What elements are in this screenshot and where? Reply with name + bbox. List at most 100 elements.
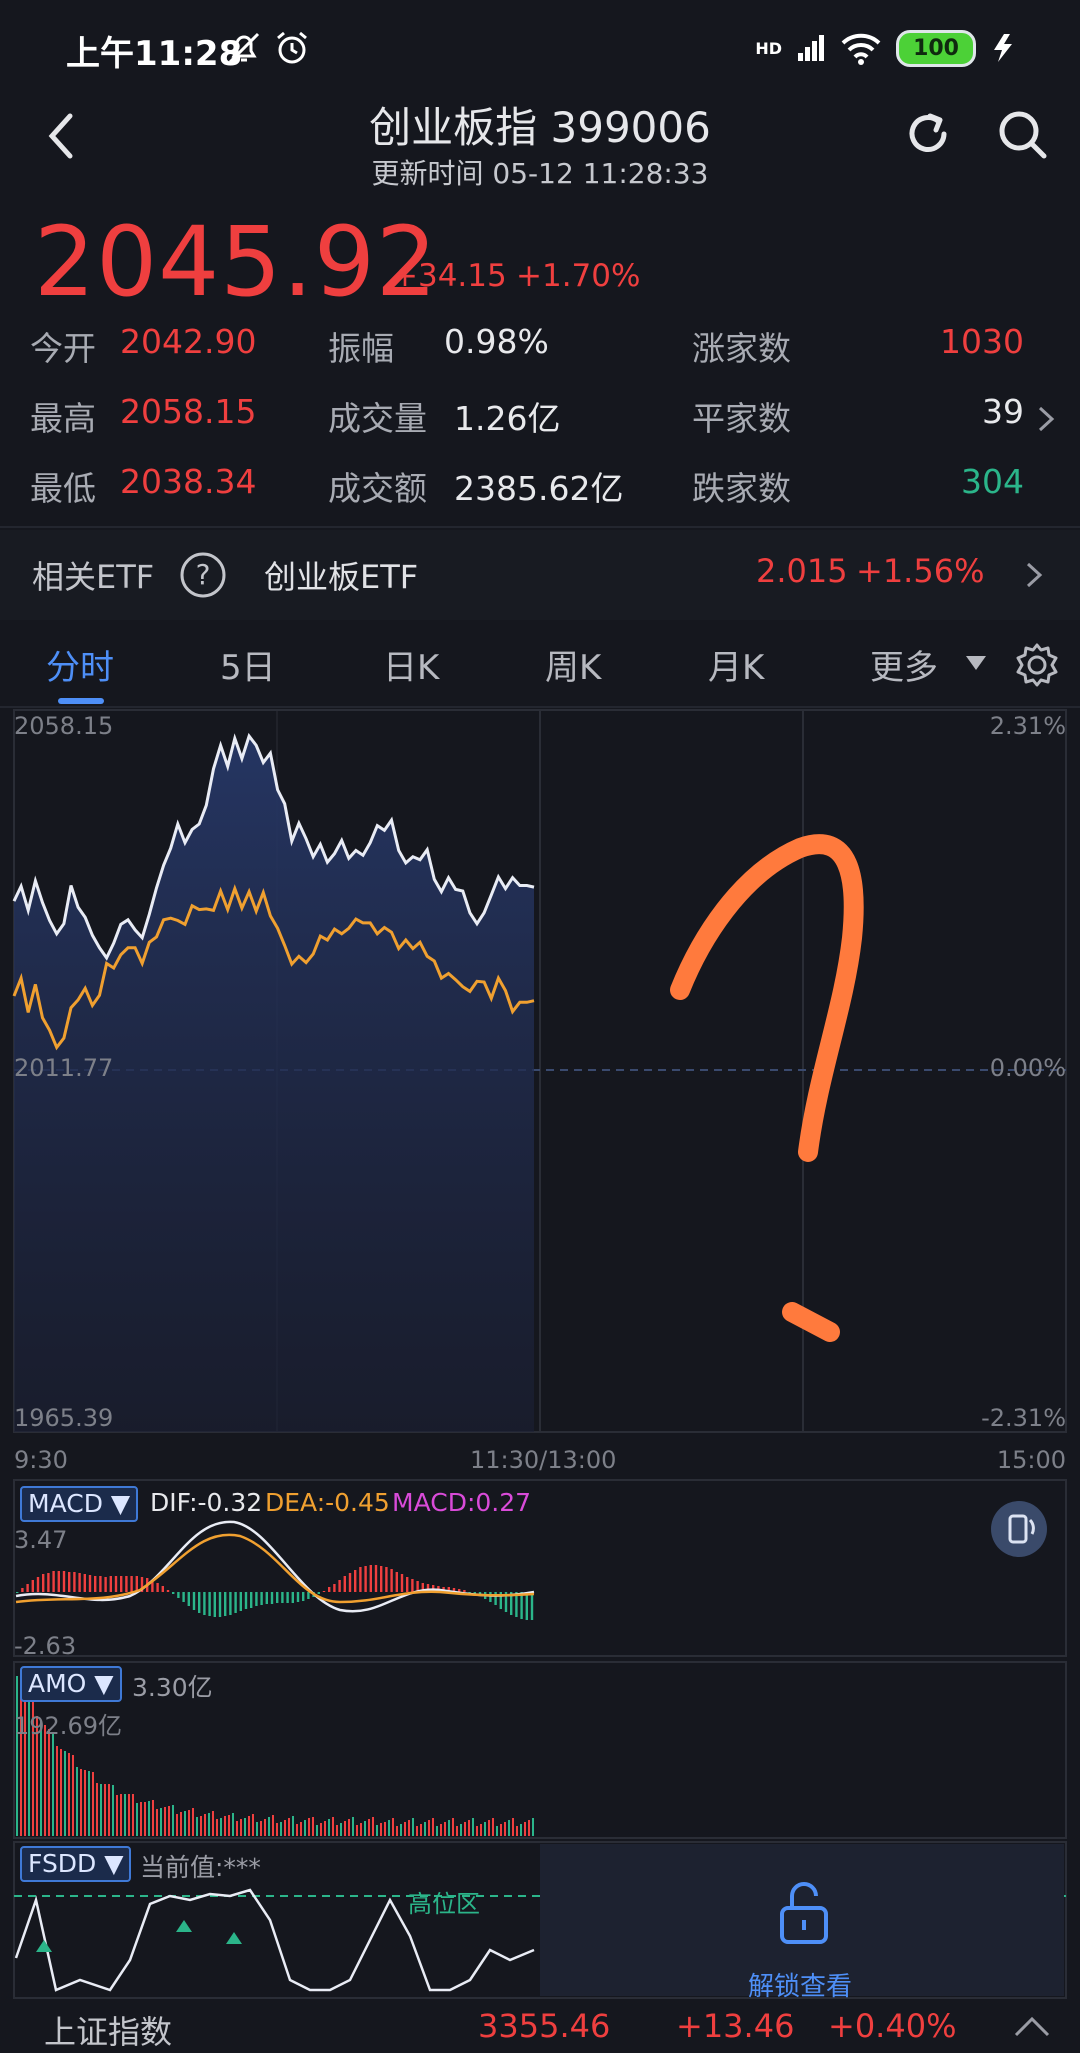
amo-volume-bar <box>284 1820 286 1836</box>
macd-indicator-dropdown[interactable]: MACD ▼ <box>20 1486 139 1522</box>
amo-volume-bar <box>368 1819 370 1836</box>
amo-volume-bar <box>204 1814 206 1836</box>
rotate-screen-icon[interactable] <box>990 1500 1048 1558</box>
amo-volume-bar <box>516 1826 518 1836</box>
amo-volume-bar <box>92 1772 94 1836</box>
tab-more[interactable]: 更多 <box>870 640 938 689</box>
amo-volume-bar <box>304 1820 306 1836</box>
dropdown-triangle-icon[interactable] <box>964 654 988 672</box>
macd-histogram-bar <box>369 1565 372 1592</box>
amo-volume-bar <box>404 1822 406 1836</box>
macd-histogram-bar <box>281 1592 284 1603</box>
tab-monthly-k[interactable]: 月K <box>708 640 764 689</box>
amo-volume-bar <box>120 1794 122 1836</box>
macd-histogram-bar <box>400 1574 404 1592</box>
amo-volume-bar <box>216 1819 218 1836</box>
x-axis-start: 9:30 <box>14 1446 68 1474</box>
amo-volume-bar <box>72 1755 74 1836</box>
amo-volume-bar <box>420 1824 422 1836</box>
amo-volume-bar <box>460 1824 462 1836</box>
amo-volume-bar <box>156 1809 158 1836</box>
macd-histogram-bar <box>21 1588 24 1592</box>
macd-histogram-bar <box>385 1567 388 1592</box>
macd-histogram-bar <box>286 1592 289 1603</box>
tab-daily-k[interactable]: 日K <box>383 640 439 689</box>
related-etf-row[interactable]: 相关ETF ? 创业板ETF 2.015 +1.56% <box>0 530 1080 620</box>
help-icon[interactable]: ? <box>178 550 228 600</box>
amo-volume-bar <box>332 1817 334 1836</box>
tab-5day[interactable]: 5日 <box>220 640 276 689</box>
macd-histogram-bar <box>83 1574 86 1592</box>
amo-volume-bar <box>468 1820 470 1836</box>
price-change-percent: +1.70% <box>516 258 641 294</box>
bottom-index-name: 上证指数 <box>44 2013 173 2051</box>
macd-histogram-bar <box>99 1576 102 1592</box>
fsdd-indicator-dropdown[interactable]: FSDD ▼ <box>20 1846 132 1882</box>
macd-histogram-bar <box>109 1576 112 1592</box>
macd-histogram-bar <box>57 1571 60 1592</box>
price-area-fill <box>14 736 534 1432</box>
amo-volume-bar <box>352 1817 354 1836</box>
amo-volume-bar <box>228 1815 230 1836</box>
search-icon[interactable] <box>994 106 1050 162</box>
settings-gear-icon[interactable] <box>1014 642 1060 688</box>
amo-volume-bar <box>504 1822 506 1836</box>
amo-volume-bar <box>224 1816 226 1836</box>
bottom-index-price: 3355.46 <box>478 2007 611 2045</box>
amo-volume-bar <box>296 1824 298 1836</box>
macd-histogram-bar <box>359 1567 362 1592</box>
tab-intraday[interactable]: 分时 <box>46 640 114 689</box>
macd-histogram-bar <box>520 1592 523 1619</box>
amo-volume-bar <box>144 1802 146 1836</box>
amo-volume-bar <box>272 1815 274 1836</box>
macd-histogram-bar <box>42 1574 45 1592</box>
stat-value-high: 2058.15 <box>120 392 257 431</box>
header: 创业板指 399006 更新时间 05-12 11:28:33 <box>0 86 1080 190</box>
tab-weekly-k[interactable]: 周K <box>545 640 601 689</box>
amo-axis-top: 192.69亿 <box>14 1712 122 1740</box>
amo-volume-bar <box>56 1746 58 1836</box>
y-axis-bottom: 1965.39 <box>14 1404 114 1432</box>
pct-axis-top: 2.31% <box>989 712 1066 740</box>
price-change: +34.15 <box>392 258 507 294</box>
amo-volume-bar <box>136 1803 138 1836</box>
amo-indicator-dropdown[interactable]: AMO ▼ <box>20 1666 122 1702</box>
stat-label-volume: 成交量 <box>328 399 427 438</box>
chevron-right-icon[interactable] <box>1036 404 1056 434</box>
amo-volume-bar <box>360 1823 362 1836</box>
amo-volume-bar <box>60 1749 62 1836</box>
bottom-index-bar[interactable]: 上证指数 3355.46 +13.46 +0.40% <box>0 1995 1080 2051</box>
amo-volume-bar <box>524 1822 526 1836</box>
macd-histogram-bar <box>374 1565 378 1592</box>
amo-volume-bar <box>312 1817 314 1836</box>
stat-label-open: 今开 <box>30 329 96 368</box>
macd-histogram-bar <box>177 1592 180 1598</box>
y-axis-mid: 2011.77 <box>14 1054 114 1082</box>
stat-label-amplitude: 振幅 <box>328 329 394 368</box>
refresh-icon[interactable] <box>900 106 956 162</box>
x-axis-mid: 11:30/13:00 <box>470 1446 617 1474</box>
amo-volume-bar <box>264 1819 266 1836</box>
macd-histogram-bar <box>276 1592 279 1603</box>
amo-volume-bar <box>212 1811 214 1836</box>
stat-label-advancers: 涨家数 <box>692 329 791 368</box>
macd-histogram-bar <box>192 1592 196 1610</box>
amo-volume-bar <box>288 1818 290 1836</box>
x-axis-end: 15:00 <box>996 1446 1066 1474</box>
amo-volume-bar <box>68 1753 70 1836</box>
macd-histogram-bar <box>52 1571 55 1592</box>
amo-volume-bar <box>164 1807 166 1836</box>
macd-histogram-bar <box>234 1592 237 1613</box>
amo-volume-bar <box>80 1769 82 1836</box>
amo-volume-bar <box>104 1784 106 1836</box>
amo-volume-bar <box>484 1822 486 1836</box>
amo-volume-bar <box>456 1826 458 1836</box>
amo-volume-bar <box>52 1733 54 1836</box>
macd-histogram-bar <box>68 1572 71 1592</box>
chevron-right-icon <box>1026 562 1043 588</box>
amo-volume-bar <box>396 1826 398 1836</box>
amo-value: 3.30亿 <box>132 1673 213 1702</box>
macd-histogram-bar <box>530 1592 534 1620</box>
chevron-up-icon[interactable] <box>1012 2015 1052 2039</box>
amo-volume-bar <box>384 1822 386 1836</box>
